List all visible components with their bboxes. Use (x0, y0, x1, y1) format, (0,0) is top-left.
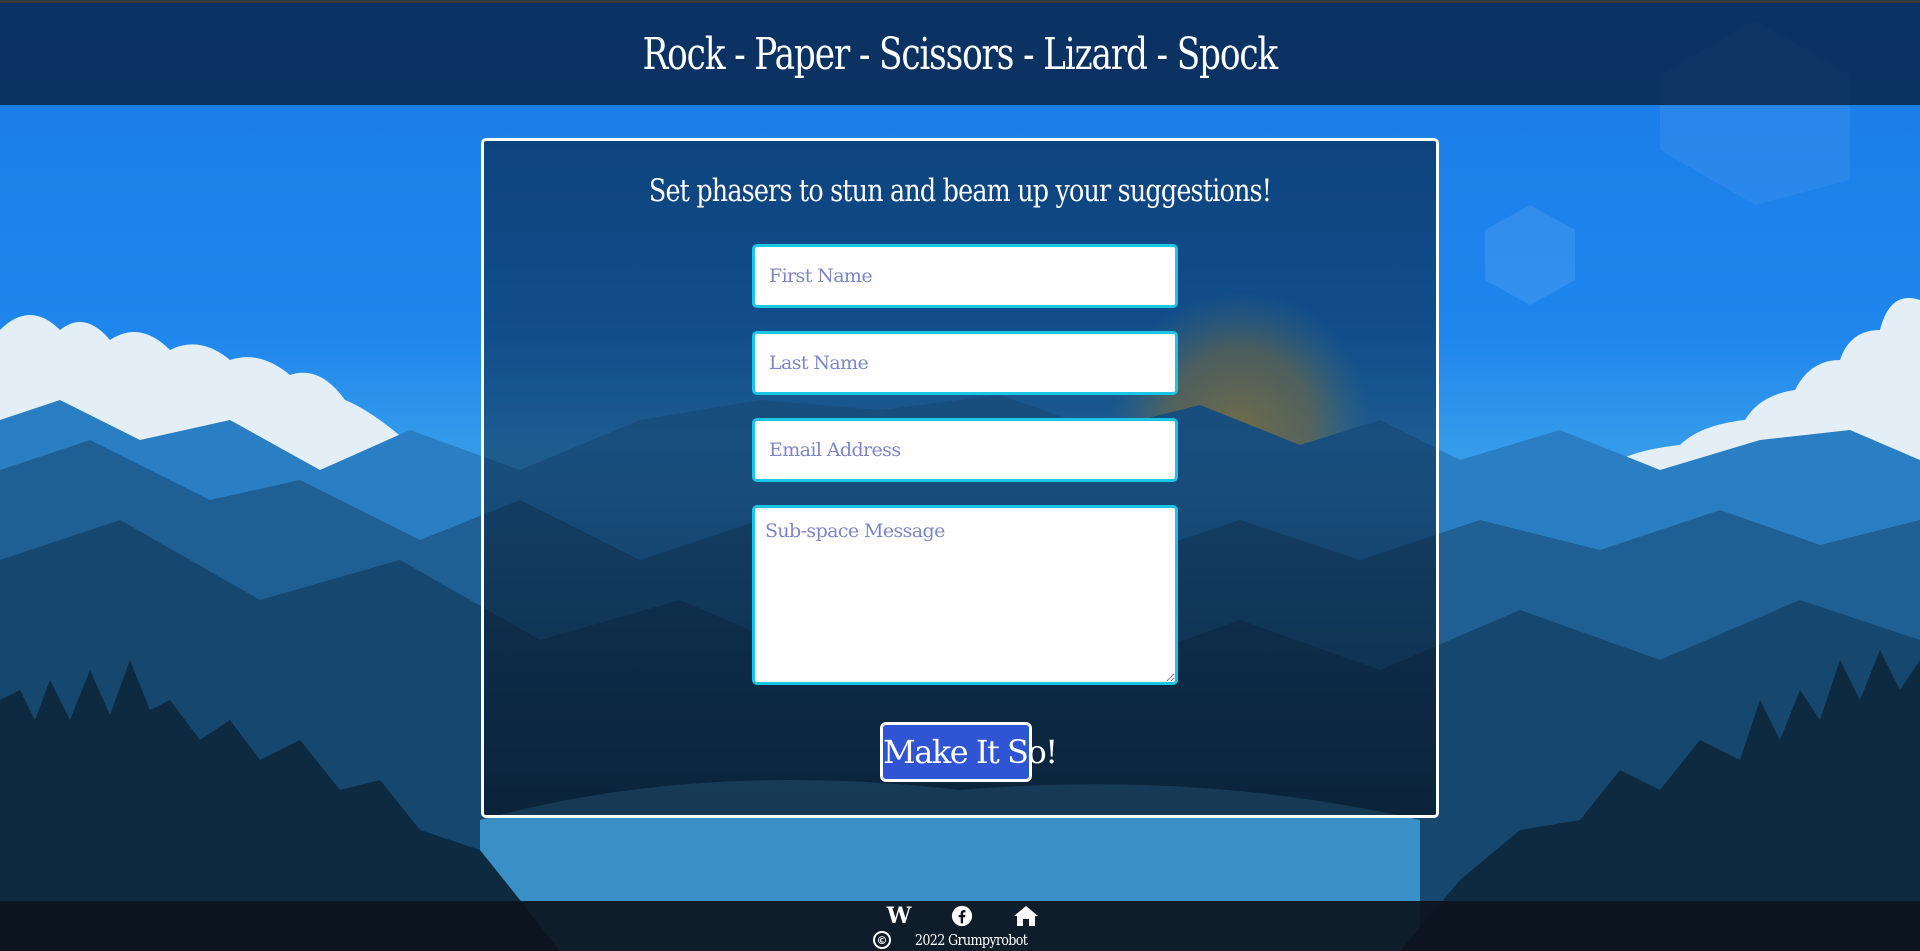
first-name-input[interactable] (752, 244, 1178, 308)
home-link[interactable] (1009, 903, 1043, 929)
site-footer: W © 2022 Grumpyrobot (0, 901, 1920, 951)
site-header: Rock - Paper - Scissors - Lizard - Spock (0, 0, 1920, 105)
facebook-icon (951, 905, 973, 927)
copyright: © 2022 Grumpyrobot (0, 929, 1920, 951)
copyright-icon: © (872, 931, 891, 949)
site-title: Rock - Paper - Scissors - Lizard - Spock (642, 28, 1279, 80)
facebook-link[interactable] (945, 903, 979, 929)
contact-form-card: Set phasers to stun and beam up your sug… (481, 138, 1439, 818)
home-icon (1014, 906, 1038, 926)
wikipedia-icon: W (886, 903, 912, 929)
message-textarea[interactable] (752, 505, 1178, 685)
email-input[interactable] (752, 418, 1178, 482)
submit-button[interactable]: Make It So! (880, 722, 1058, 782)
copyright-text: 2022 Grumpyrobot (914, 931, 1028, 949)
last-name-input[interactable] (752, 331, 1178, 395)
social-links: W (0, 901, 1920, 931)
form-heading: Set phasers to stun and beam up your sug… (648, 173, 1272, 209)
wikipedia-link[interactable]: W (881, 903, 915, 929)
